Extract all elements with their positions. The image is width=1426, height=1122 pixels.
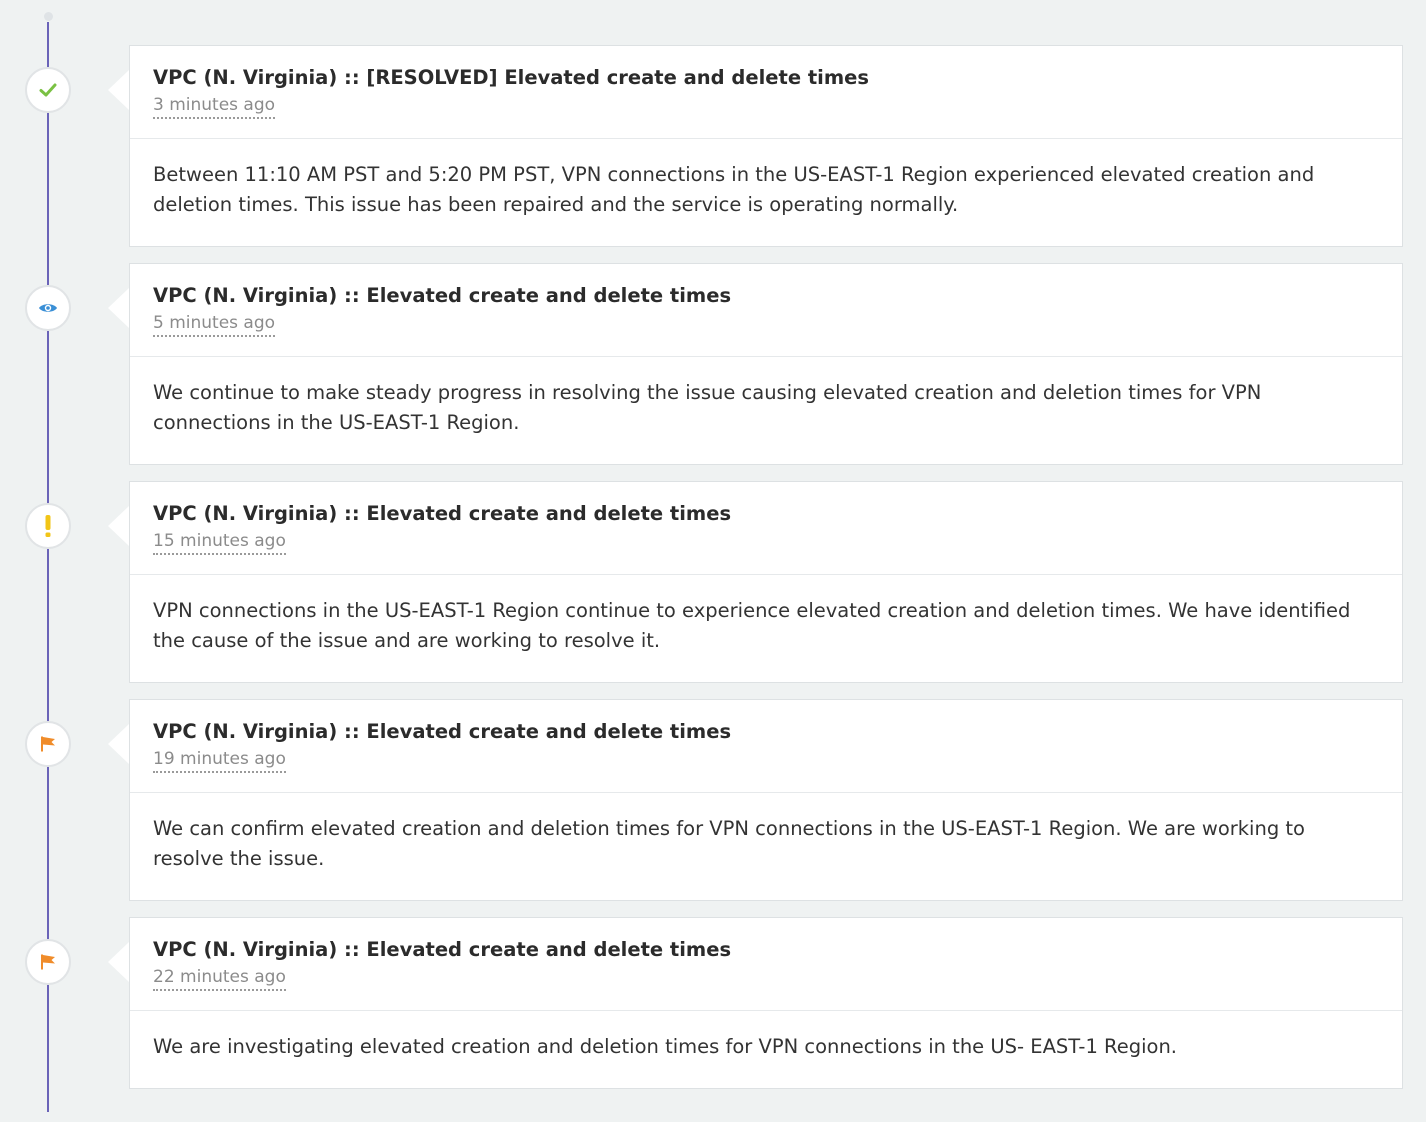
incident-message: We can confirm elevated creation and del… <box>153 817 1305 870</box>
card-header: VPC (N. Virginia) :: [RESOLVED] Elevated… <box>130 46 1402 139</box>
incident-message: VPN connections in the US-EAST-1 Region … <box>153 599 1351 652</box>
card-pointer <box>108 724 129 764</box>
incident-card: VPC (N. Virginia) :: [RESOLVED] Elevated… <box>129 45 1403 247</box>
card-pointer <box>108 288 129 328</box>
incident-card: VPC (N. Virginia) :: Elevated create and… <box>129 699 1403 901</box>
card-header: VPC (N. Virginia) :: Elevated create and… <box>130 918 1402 1011</box>
status-marker-investigating <box>25 721 71 767</box>
card-pointer <box>108 942 129 982</box>
status-marker-investigating <box>25 939 71 985</box>
incident-timestamp[interactable]: 3 minutes ago <box>153 94 276 119</box>
incident-timestamp[interactable]: 5 minutes ago <box>153 312 276 337</box>
incident-card: VPC (N. Virginia) :: Elevated create and… <box>129 481 1403 683</box>
incident-message: Between 11:10 AM PST and 5:20 PM PST, VP… <box>153 163 1315 216</box>
eye-icon <box>39 304 57 312</box>
card-header: VPC (N. Virginia) :: Elevated create and… <box>130 700 1402 793</box>
incident-title: VPC (N. Virginia) :: Elevated create and… <box>153 502 732 525</box>
incident-card: VPC (N. Virginia) :: Elevated create and… <box>129 917 1403 1089</box>
flag-icon <box>41 954 55 970</box>
flag-icon <box>41 736 55 752</box>
card-header: VPC (N. Virginia) :: Elevated create and… <box>130 482 1402 575</box>
incident-timestamp[interactable]: 22 minutes ago <box>153 966 286 991</box>
incident-card: VPC (N. Virginia) :: Elevated create and… <box>129 263 1403 465</box>
card-pointer <box>108 70 129 110</box>
timeline-event: VPC (N. Virginia) :: Elevated create and… <box>0 917 1426 1089</box>
incident-timestamp[interactable]: 19 minutes ago <box>153 748 286 773</box>
incident-title: VPC (N. Virginia) :: [RESOLVED] Elevated… <box>153 66 869 89</box>
incident-message: We are investigating elevated creation a… <box>153 1035 1178 1058</box>
card-header: VPC (N. Virginia) :: Elevated create and… <box>130 264 1402 357</box>
status-marker-identified <box>25 503 71 549</box>
incident-timestamp[interactable]: 15 minutes ago <box>153 530 286 555</box>
timeline-event: VPC (N. Virginia) :: Elevated create and… <box>0 699 1426 901</box>
timeline-event: VPC (N. Virginia) :: Elevated create and… <box>0 263 1426 465</box>
timeline-event: VPC (N. Virginia) :: Elevated create and… <box>0 481 1426 683</box>
incident-title: VPC (N. Virginia) :: Elevated create and… <box>153 938 732 961</box>
incident-title: VPC (N. Virginia) :: Elevated create and… <box>153 720 732 743</box>
timeline-event: VPC (N. Virginia) :: [RESOLVED] Elevated… <box>0 45 1426 247</box>
exclamation-icon <box>45 515 51 537</box>
status-marker-resolved <box>25 67 71 113</box>
incident-message: We continue to make steady progress in r… <box>153 381 1262 434</box>
incident-title: VPC (N. Virginia) :: Elevated create and… <box>153 284 732 307</box>
status-marker-monitoring <box>25 285 71 331</box>
timeline-start-dot <box>44 12 53 21</box>
check-icon <box>39 83 57 97</box>
card-pointer <box>108 506 129 546</box>
